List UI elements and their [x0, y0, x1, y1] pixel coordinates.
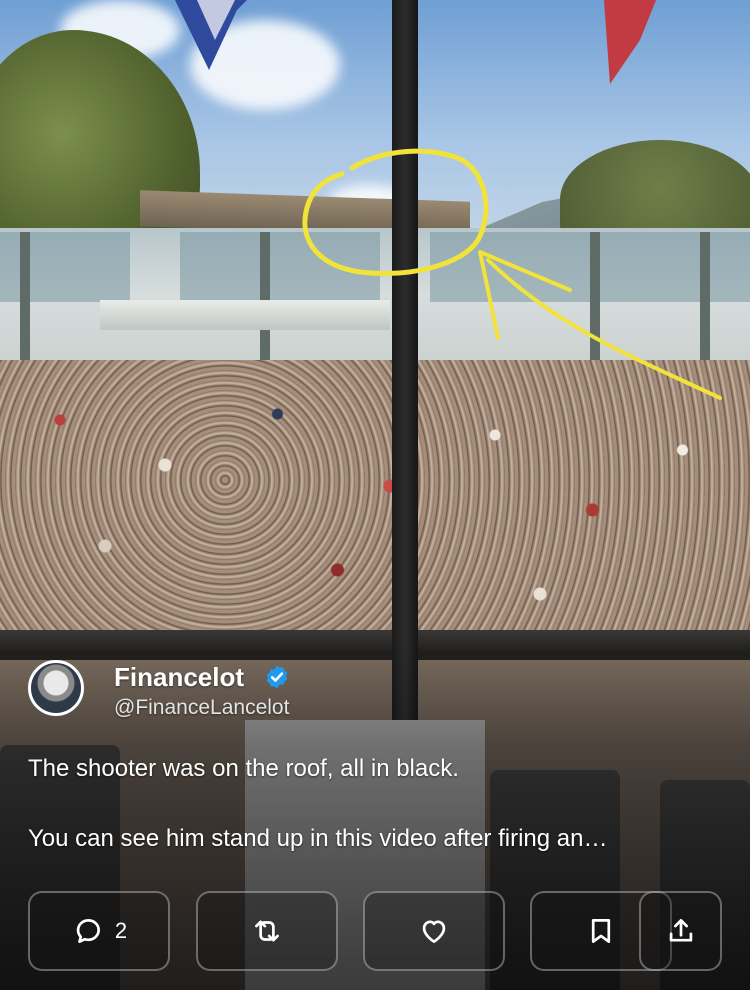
- author-handle[interactable]: @FinanceLancelot: [114, 696, 289, 720]
- heart-icon: [422, 920, 446, 943]
- building-column: [700, 232, 710, 372]
- flag: [604, 0, 656, 84]
- tweet-text-line: The shooter was on the roof, all in blac…: [28, 755, 459, 782]
- comment-icon: [76, 919, 100, 943]
- verified-badge-icon: [266, 665, 288, 689]
- tweet-actions: 2: [28, 891, 722, 971]
- avatar[interactable]: [28, 660, 84, 716]
- author-name[interactable]: Financelot: [114, 662, 244, 693]
- crowd: [0, 360, 750, 660]
- balcony: [100, 300, 390, 330]
- building-column: [20, 232, 30, 372]
- glass-panel: [180, 232, 380, 302]
- building-column: [590, 232, 600, 372]
- share-icon: [669, 919, 692, 942]
- tweet-text-line[interactable]: You can see him stand up in this video a…: [28, 825, 728, 853]
- window-mullion: [392, 0, 418, 720]
- reply-button[interactable]: 2: [28, 891, 170, 971]
- share-button[interactable]: [639, 891, 722, 971]
- like-button[interactable]: [363, 891, 505, 971]
- repost-icon: [255, 920, 279, 942]
- tweet-author[interactable]: Financelot @FinanceLancelot: [28, 660, 448, 720]
- bookmark-icon: [591, 919, 611, 943]
- reply-count: 2: [114, 918, 128, 943]
- flag: [175, 0, 247, 70]
- repost-button[interactable]: [196, 891, 338, 971]
